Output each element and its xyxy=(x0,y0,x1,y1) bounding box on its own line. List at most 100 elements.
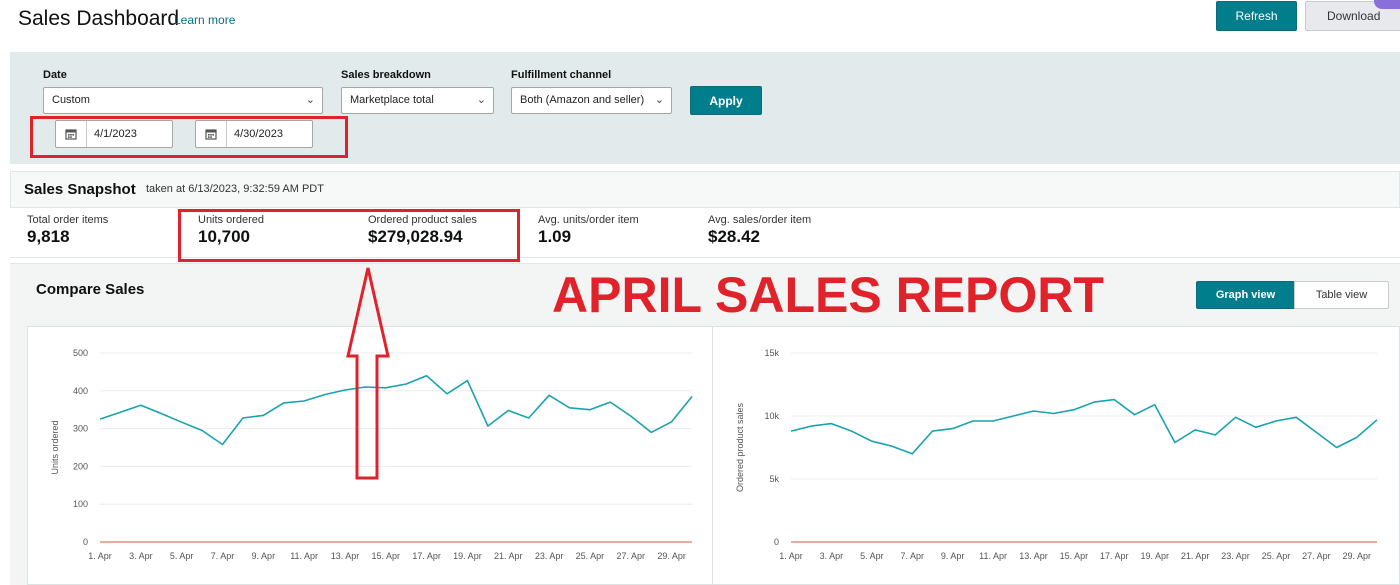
x-tick-label: 5. Apr xyxy=(860,551,884,561)
corner-badge[interactable] xyxy=(1374,0,1400,9)
x-tick-label: 27. Apr xyxy=(1302,551,1331,561)
learn-more-link[interactable]: Learn more xyxy=(174,13,235,27)
data-point xyxy=(850,429,854,433)
data-point xyxy=(1355,435,1359,439)
x-tick-label: 23. Apr xyxy=(1221,551,1250,561)
y-tick-label: 100 xyxy=(73,499,88,509)
data-point xyxy=(547,393,551,397)
metric-avg-units-per-order-item: Avg. units/order item 1.09 xyxy=(538,214,639,247)
data-point xyxy=(180,420,184,424)
data-point xyxy=(425,374,429,378)
y-tick-label: 400 xyxy=(73,386,88,396)
data-point xyxy=(159,411,163,415)
data-point xyxy=(261,413,265,417)
data-point xyxy=(220,442,224,446)
data-point xyxy=(506,408,510,412)
y-axis-label: Units ordered xyxy=(50,420,60,474)
data-point xyxy=(445,392,449,396)
data-point xyxy=(404,382,408,386)
sales-snapshot-title: Sales Snapshot xyxy=(24,181,136,198)
refresh-button[interactable]: Refresh xyxy=(1216,1,1297,31)
data-point xyxy=(1274,419,1278,423)
y-tick-label: 500 xyxy=(73,348,88,358)
data-point xyxy=(870,439,874,443)
x-tick-label: 29. Apr xyxy=(1343,551,1372,561)
data-point xyxy=(890,444,894,448)
data-point xyxy=(302,399,306,403)
x-tick-label: 11. Apr xyxy=(290,551,318,561)
data-point xyxy=(910,452,914,456)
data-point xyxy=(1173,440,1177,444)
data-point xyxy=(241,416,245,420)
date-label: Date xyxy=(43,69,67,81)
x-tick-label: 11. Apr xyxy=(979,551,1007,561)
data-point xyxy=(991,419,995,423)
data-point xyxy=(690,394,694,398)
up-arrow-annotation xyxy=(346,267,390,480)
data-point xyxy=(200,428,204,432)
y-tick-label: 15k xyxy=(764,348,779,358)
data-point xyxy=(1072,408,1076,412)
metric-label: Avg. sales/order item xyxy=(708,214,812,226)
chevron-down-icon: ⌄ xyxy=(305,94,315,106)
date-range-select[interactable]: Custom ⌄ xyxy=(43,87,323,114)
data-point xyxy=(1092,400,1096,404)
data-point xyxy=(323,393,327,397)
x-tick-label: 25. Apr xyxy=(576,551,605,561)
snapshot-timestamp: taken at 6/13/2023, 9:32:59 AM PDT xyxy=(146,183,324,195)
x-tick-label: 17. Apr xyxy=(412,551,441,561)
data-point xyxy=(829,422,833,426)
data-point xyxy=(118,410,122,414)
graph-view-button[interactable]: Graph view xyxy=(1196,281,1295,309)
data-point xyxy=(951,427,955,431)
x-tick-label: 15. Apr xyxy=(1060,551,1089,561)
data-point xyxy=(1375,418,1379,422)
ordered-product-sales-chart-svg: 0 5k 10k 15k Ordered product sales 1. Apr 3. A… xyxy=(735,348,1379,561)
fulfillment-channel-select[interactable]: Both (Amazon and seller) ⌄ xyxy=(511,87,672,114)
x-tick-label: 7. Apr xyxy=(211,551,235,561)
series-line xyxy=(99,374,693,446)
metrics-highlight-box xyxy=(178,209,520,262)
chevron-down-icon: ⌄ xyxy=(476,94,486,106)
fulfillment-channel-value: Both (Amazon and seller) xyxy=(520,94,645,106)
data-point xyxy=(465,379,469,383)
metric-value: 9,818 xyxy=(27,227,70,246)
x-tick-label: 19. Apr xyxy=(1140,551,1169,561)
x-tick-label: 1. Apr xyxy=(779,551,803,561)
x-tick-label: 17. Apr xyxy=(1100,551,1129,561)
data-point xyxy=(1335,446,1339,450)
data-point xyxy=(670,420,674,424)
data-point xyxy=(1052,411,1056,415)
chevron-down-icon: ⌄ xyxy=(654,94,664,106)
data-point xyxy=(1193,428,1197,432)
date-range-value: Custom xyxy=(52,94,90,106)
data-point xyxy=(1234,415,1238,419)
sales-breakdown-select[interactable]: Marketplace total ⌄ xyxy=(341,87,494,114)
x-tick-label: 27. Apr xyxy=(616,551,645,561)
x-tick-label: 21. Apr xyxy=(494,551,523,561)
data-point xyxy=(1153,403,1157,407)
table-view-button[interactable]: Table view xyxy=(1294,281,1389,309)
x-tick-label: 13. Apr xyxy=(331,551,360,561)
data-point xyxy=(1213,433,1217,437)
data-point xyxy=(809,424,813,428)
x-tick-label: 23. Apr xyxy=(535,551,564,561)
x-tick-label: 29. Apr xyxy=(657,551,686,561)
data-point xyxy=(1254,425,1258,429)
x-tick-label: 9. Apr xyxy=(941,551,965,561)
april-sales-report-overlay: APRIL SALES REPORT xyxy=(552,267,1104,323)
y-tick-label: 0 xyxy=(83,537,88,547)
metric-label: Total order items xyxy=(27,214,109,226)
x-tick-label: 3. Apr xyxy=(129,551,153,561)
metric-total-order-items: Total order items 9,818 xyxy=(27,214,108,247)
sales-snapshot-header: Sales Snapshot taken at 6/13/2023, 9:32:… xyxy=(10,171,1400,208)
y-tick-label: 5k xyxy=(769,474,779,484)
ordered-product-sales-chart: 0 5k 10k 15k Ordered product sales 1. Apr 3. A… xyxy=(712,326,1400,585)
data-point xyxy=(282,401,286,405)
apply-button[interactable]: Apply xyxy=(690,86,762,115)
x-tick-label: 1. Apr xyxy=(88,551,112,561)
data-point xyxy=(789,429,793,433)
x-tick-label: 15. Apr xyxy=(372,551,401,561)
y-axis-label: Ordered product sales xyxy=(735,402,745,492)
data-point xyxy=(139,403,143,407)
